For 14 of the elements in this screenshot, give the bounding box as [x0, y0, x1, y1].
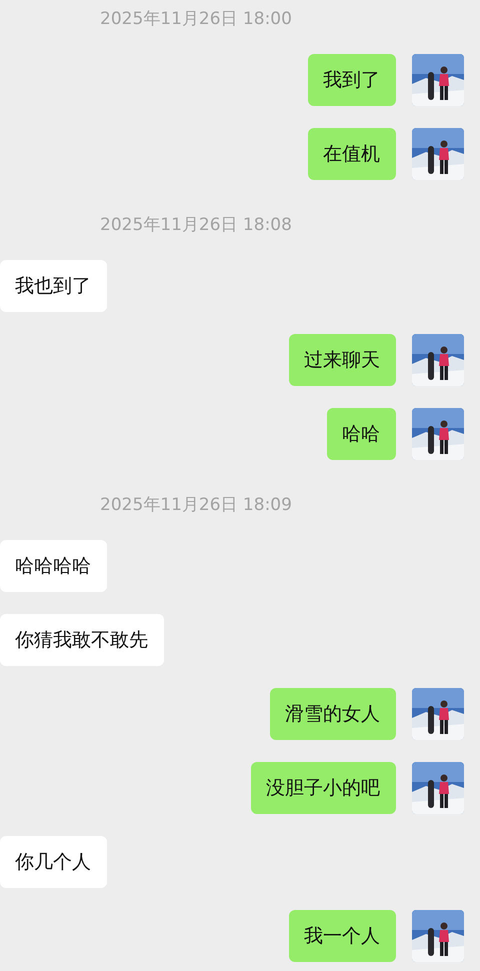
timestamp: 2025年11月26日 18:08: [100, 214, 292, 236]
message-bubble: 我到了: [308, 54, 396, 106]
message-bubble: 滑雪的女人: [270, 688, 396, 740]
message-bubble: 在值机: [308, 128, 396, 180]
message-bubble: 过来聊天: [289, 334, 396, 386]
message-bubble: 你几个人: [0, 836, 107, 888]
message-bubble: 哈哈哈哈: [0, 540, 107, 592]
message-bubble: 我一个人: [289, 910, 396, 962]
message-bubble: 哈哈: [327, 408, 396, 460]
timestamp: 2025年11月26日 18:00: [100, 8, 292, 30]
timestamp: 2025年11月26日 18:09: [100, 494, 292, 516]
message-bubble: 我也到了: [0, 260, 107, 312]
message-bubble: 没胆子小的吧: [251, 762, 396, 814]
message-bubble: 你猜我敢不敢先: [0, 614, 164, 666]
